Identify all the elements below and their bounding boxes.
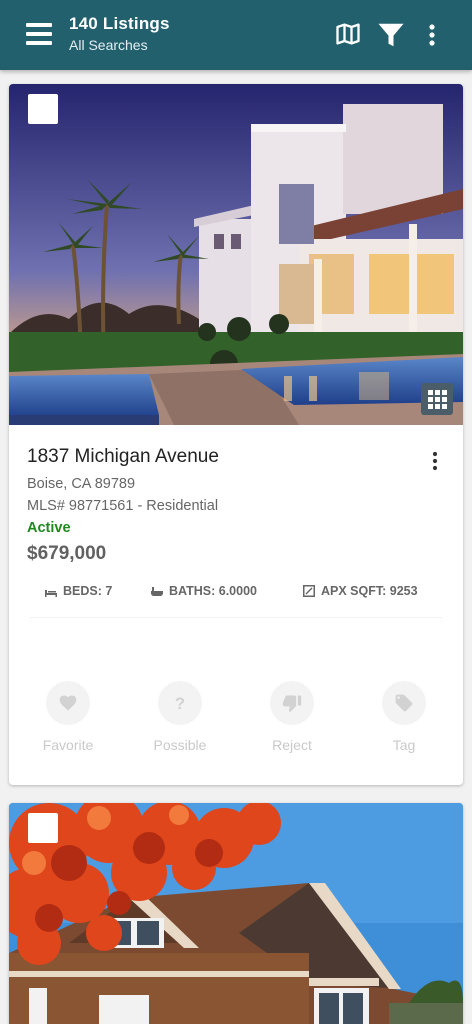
sqft-spec: APX SQFT: 9253 (303, 584, 418, 598)
photo-gallery-grid-icon[interactable] (421, 383, 453, 415)
reject-button[interactable]: Reject (252, 681, 332, 753)
sqft-value: APX SQFT: 9253 (321, 584, 418, 598)
baths-spec: BATHS: 6.0000 (151, 584, 257, 598)
tag-button[interactable]: Tag (364, 681, 444, 753)
status-badge: Active (27, 520, 71, 536)
listing-more-vert-icon[interactable] (425, 450, 445, 472)
bathtub-icon (151, 587, 163, 596)
listing-mls: MLS# 98771561 - Residential (27, 498, 219, 514)
question-mark-icon: ? (175, 694, 185, 713)
favorite-button[interactable]: Favorite (28, 681, 108, 753)
possible-label: Possible (153, 737, 207, 753)
svg-text:?: ? (175, 694, 185, 713)
beds-spec: BEDS: 7 (45, 584, 112, 598)
more-vert-icon[interactable] (420, 20, 444, 50)
app-bar: 140 Listings All Searches (0, 0, 472, 70)
listing-photo[interactable] (9, 803, 463, 1024)
possible-button[interactable]: ? Possible (140, 681, 220, 753)
divider (29, 617, 443, 618)
listing-price: $679,000 (27, 543, 107, 564)
select-listing-checkbox[interactable] (28, 813, 58, 843)
favorite-label: Favorite (42, 737, 94, 753)
search-scope-subtitle[interactable]: All Searches (69, 37, 148, 53)
tag-label: Tag (392, 737, 416, 753)
tag-icon (395, 694, 413, 712)
listings-count-title: 140 Listings (69, 14, 170, 33)
listing-city: Boise, CA 89789 (27, 476, 136, 492)
filter-icon[interactable] (376, 20, 406, 50)
beds-value: BEDS: 7 (63, 584, 113, 598)
listing-card[interactable]: 1837 Michigan Avenue Boise, CA 89789 MLS… (9, 84, 463, 785)
baths-value: BATHS: 6.0000 (169, 584, 257, 598)
select-listing-checkbox[interactable] (28, 94, 58, 124)
hamburger-menu-icon[interactable] (26, 23, 52, 47)
reject-label: Reject (272, 737, 312, 753)
thumbs-down-icon (282, 695, 302, 713)
area-icon (303, 585, 315, 597)
bed-icon (45, 590, 57, 597)
map-icon[interactable] (334, 20, 364, 50)
listing-card[interactable] (9, 803, 463, 1024)
heart-icon (59, 695, 77, 711)
listing-photo[interactable] (9, 84, 463, 425)
listing-address[interactable]: 1837 Michigan Avenue (27, 446, 219, 468)
